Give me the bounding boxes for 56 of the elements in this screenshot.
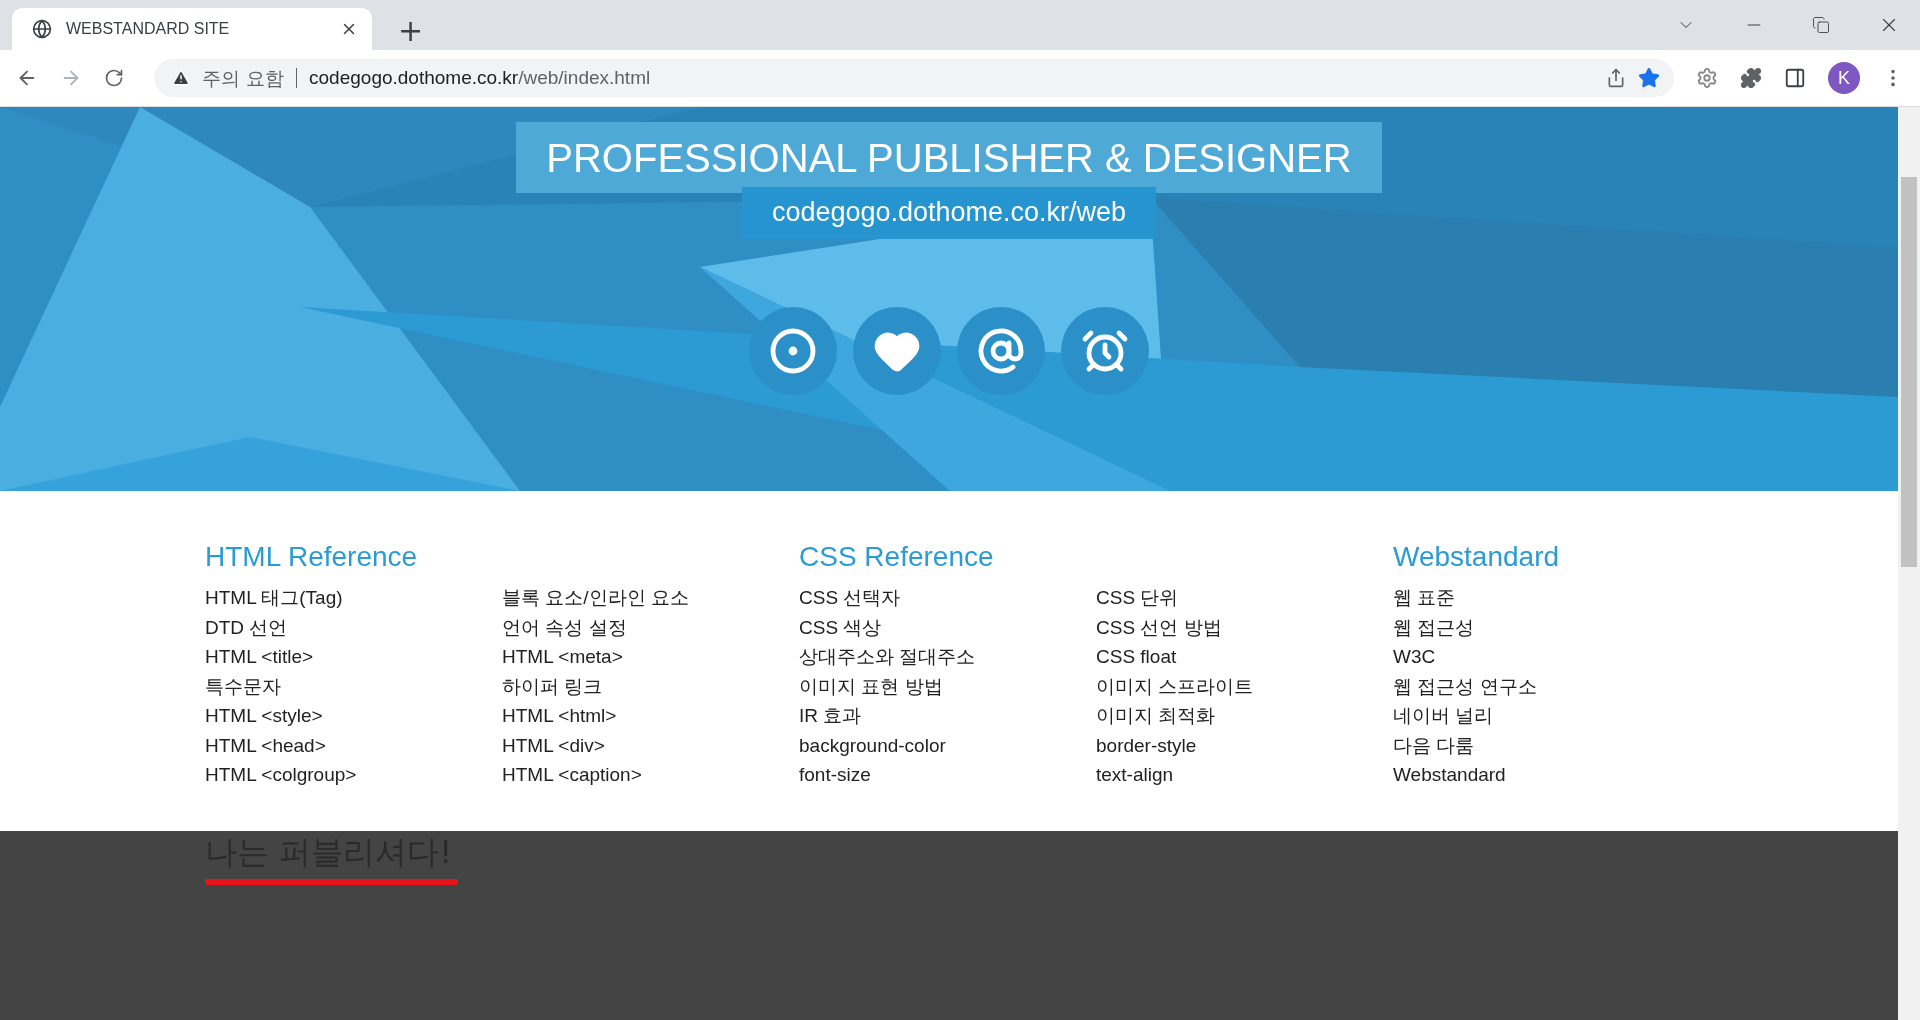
reference-link[interactable]: IR 효과 — [799, 701, 862, 731]
share-icon[interactable] — [1606, 68, 1626, 88]
warning-icon — [172, 69, 190, 87]
settings-icon[interactable] — [1696, 67, 1718, 89]
new-tab-button[interactable]: + — [392, 16, 430, 46]
reference-link[interactable]: font-size — [799, 760, 871, 790]
reference-link[interactable]: HTML <title> — [205, 642, 314, 672]
reference-link[interactable]: text-align — [1096, 760, 1174, 790]
reference-link[interactable]: 이미지 스프라이트 — [1096, 671, 1254, 701]
reference-link[interactable]: CSS 색상 — [799, 612, 882, 642]
reference-link[interactable]: 특수문자 — [205, 671, 281, 701]
section-heading: Webstandard — [1393, 541, 1561, 573]
reference-link[interactable]: 언어 속성 설정 — [502, 612, 627, 642]
reference-link[interactable]: 상대주소와 절대주소 — [799, 642, 976, 672]
restore-icon[interactable] — [1812, 16, 1830, 34]
browser-tab[interactable]: WEBSTANDARD SITE — [12, 8, 372, 50]
reference-link[interactable]: HTML <div> — [502, 730, 605, 760]
security-warning: 주의 요함 — [202, 68, 298, 88]
reference-link[interactable]: 웹 접근성 연구소 — [1393, 671, 1537, 701]
reference-link[interactable]: HTML <html> — [502, 701, 617, 731]
reference-link[interactable]: Webstandard — [1393, 760, 1506, 790]
reference-link[interactable]: HTML 태그(Tag) — [205, 583, 343, 613]
reload-icon[interactable] — [104, 68, 124, 88]
star-icon[interactable] — [1638, 67, 1660, 89]
globe-icon — [32, 19, 52, 39]
reference-link[interactable]: HTML <head> — [205, 730, 326, 760]
reference-link[interactable]: 이미지 최적화 — [1096, 701, 1216, 731]
reference-link[interactable]: 웹 접근성 — [1393, 612, 1475, 642]
reference-link[interactable]: 이미지 표현 방법 — [799, 671, 943, 701]
reference-link[interactable]: CSS 선언 방법 — [1096, 612, 1222, 642]
section-heading: CSS Reference — [799, 541, 995, 573]
reference-link[interactable]: DTD 선언 — [205, 612, 288, 642]
reference-link[interactable]: HTML <style> — [205, 701, 323, 731]
site-url: codegogo.dothome.co.kr/web — [741, 187, 1157, 239]
reference-link[interactable]: HTML <colgroup> — [205, 760, 357, 790]
reference-link[interactable]: background-color — [799, 730, 946, 760]
site-title: PROFESSIONAL PUBLISHER & DESIGNER — [516, 122, 1382, 193]
puzzle-icon[interactable] — [1740, 67, 1762, 89]
reference-link[interactable]: CSS 단위 — [1096, 583, 1179, 613]
reference-link[interactable]: 하이퍼 링크 — [502, 671, 603, 701]
side-panel-icon[interactable] — [1784, 67, 1806, 89]
reference-link[interactable]: CSS float — [1096, 642, 1177, 672]
reference-link[interactable]: HTML <caption> — [502, 760, 642, 790]
reference-link[interactable]: 네이버 널리 — [1393, 701, 1494, 731]
tab-title: WEBSTANDARD SITE — [66, 20, 231, 38]
reference-link[interactable]: border-style — [1096, 730, 1197, 760]
profile-avatar[interactable]: K — [1828, 62, 1860, 94]
reference-link[interactable]: 블록 요소/인라인 요소 — [502, 583, 689, 613]
reference-link[interactable]: W3C — [1393, 642, 1436, 672]
section-heading: HTML Reference — [205, 541, 419, 573]
reference-link[interactable]: 웹 표준 — [1393, 583, 1456, 613]
reference-link[interactable]: CSS 선택자 — [799, 583, 901, 613]
address-field[interactable]: codegogo.dothome.co.kr/web/index.html — [309, 67, 1594, 89]
reference-link[interactable]: HTML <meta> — [502, 642, 623, 672]
scrollbar[interactable] — [1898, 107, 1920, 1020]
reference-link[interactable]: 다음 다룸 — [1393, 730, 1475, 760]
